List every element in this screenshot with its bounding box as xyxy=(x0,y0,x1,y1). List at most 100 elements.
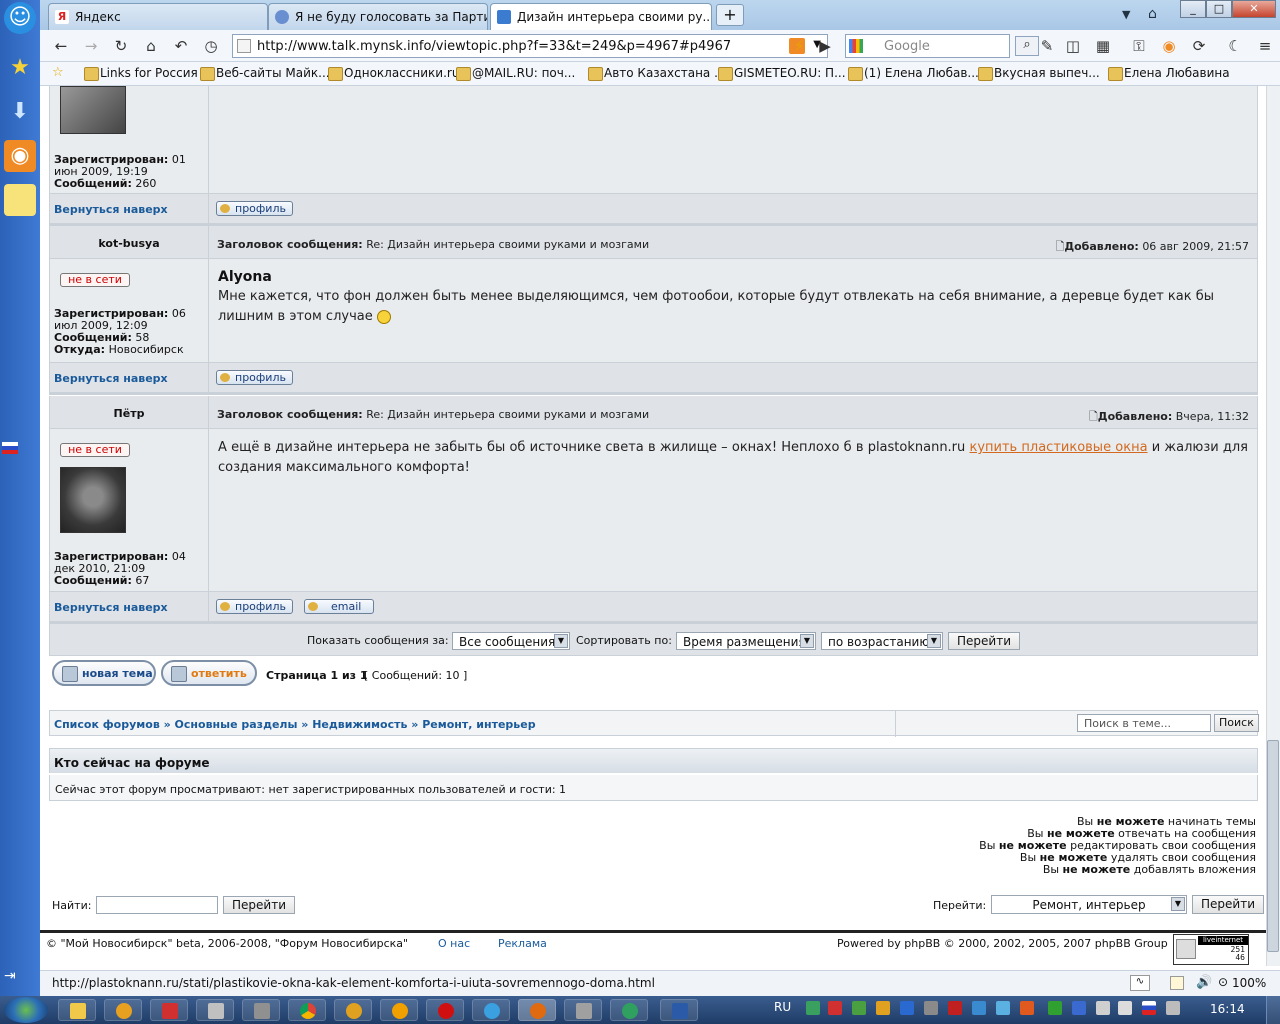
star-icon[interactable]: ★ xyxy=(4,52,36,84)
jump-go-button[interactable]: Перейти xyxy=(1192,895,1264,914)
taskbar-explorer[interactable] xyxy=(58,999,96,1021)
graph-icon[interactable]: ∿ xyxy=(1130,975,1150,991)
jump-forum-select[interactable]: Ремонт, интерьер ▼ xyxy=(991,895,1187,914)
taskbar-app-2[interactable] xyxy=(150,999,188,1021)
sort-direction-select[interactable]: по возрастанию ▼ xyxy=(821,632,943,650)
tray-icon[interactable] xyxy=(852,1001,866,1015)
camera-icon[interactable]: ◫ xyxy=(1062,36,1084,56)
post-icon[interactable]: 🗋 xyxy=(1089,410,1098,423)
key-icon[interactable]: ⚿ xyxy=(1128,36,1150,56)
taskbar-app-5[interactable] xyxy=(334,999,372,1021)
translate-icon[interactable]: ▦ xyxy=(1092,36,1114,56)
bookmark-facebook[interactable]: (1) Елена Любав... xyxy=(848,66,979,81)
go-icon[interactable]: ▶ xyxy=(814,36,836,56)
zoom-icon[interactable]: ⊙ xyxy=(1218,975,1228,989)
tray-icon[interactable] xyxy=(828,1001,842,1015)
taskbar-app-4[interactable] xyxy=(242,999,280,1021)
about-link[interactable]: О нас xyxy=(438,937,470,950)
bookmark-links-russia[interactable]: Links for Россия xyxy=(84,66,198,81)
language-indicator[interactable]: RU xyxy=(774,1000,791,1014)
search-input[interactable]: Google ⌕ xyxy=(845,34,1039,58)
bookmark-odnoklassniki[interactable]: Одноклассники.ru xyxy=(328,66,459,81)
address-bar[interactable]: http://www.talk.mynsk.info/viewtopic.php… xyxy=(232,34,828,58)
clock[interactable]: 16:14 xyxy=(1210,1002,1245,1016)
new-tab-button[interactable]: + xyxy=(716,4,744,26)
back-to-top-link[interactable]: Вернуться наверх xyxy=(54,601,168,614)
tray-icon[interactable] xyxy=(924,1001,938,1015)
back-icon[interactable]: ← xyxy=(50,36,72,56)
note-icon[interactable] xyxy=(1170,976,1184,990)
reply-button[interactable]: ответить xyxy=(161,660,257,686)
minimize-button[interactable]: _ xyxy=(1180,0,1206,18)
feeds-icon[interactable]: ◉ xyxy=(1158,36,1180,56)
bookmark-auto-kz[interactable]: Авто Казахстана ... xyxy=(588,66,726,81)
bookmark-vk[interactable]: Елена Любавина xyxy=(1108,66,1230,81)
show-desktop-button[interactable] xyxy=(1266,996,1280,1024)
tray-icon[interactable] xyxy=(876,1001,890,1015)
breadcrumb-real-estate[interactable]: Недвижимость xyxy=(312,718,407,731)
undo-icon[interactable]: ↶ xyxy=(170,36,192,56)
scrollbar-thumb[interactable] xyxy=(1267,740,1279,952)
back-to-top-link[interactable]: Вернуться наверх xyxy=(54,372,168,385)
taskbar-app-1[interactable] xyxy=(104,999,142,1021)
taskbar-app-6[interactable] xyxy=(380,999,418,1021)
ads-link[interactable]: Реклама xyxy=(498,937,547,950)
breadcrumb-main-sections[interactable]: Основные разделы xyxy=(175,718,298,731)
post-icon[interactable]: 🗋 xyxy=(1055,240,1064,253)
shirt-icon[interactable]: ⌂ xyxy=(1148,6,1157,22)
topic-search-input[interactable]: Поиск в теме... xyxy=(1077,714,1211,732)
flag-icon[interactable] xyxy=(1142,1001,1156,1015)
tray-icon[interactable] xyxy=(1020,1001,1034,1015)
tab-yandex[interactable]: Я Яндекс xyxy=(48,3,268,30)
rss-icon[interactable]: ◉ xyxy=(4,140,36,172)
tab-design[interactable]: Дизайн интерьера своими ру... xyxy=(490,3,712,31)
find-go-button[interactable]: Перейти xyxy=(223,896,295,914)
tray-icon[interactable] xyxy=(996,1001,1010,1015)
bookmark-star-icon[interactable]: ☆ xyxy=(52,65,64,80)
download-icon[interactable]: ⬇ xyxy=(4,96,36,128)
breadcrumb-forum-list[interactable]: Список форумов xyxy=(54,718,160,731)
tray-icon[interactable] xyxy=(972,1001,986,1015)
new-topic-button[interactable]: новая тема xyxy=(52,660,156,686)
taskbar-app-3[interactable] xyxy=(196,999,234,1021)
history-icon[interactable]: ◷ xyxy=(200,36,222,56)
maximize-button[interactable]: □ xyxy=(1206,0,1232,18)
tab-party[interactable]: Я не буду голосовать за Партию... xyxy=(268,3,488,30)
profile-button[interactable]: профиль xyxy=(216,599,293,614)
menu-icon[interactable]: ≡ xyxy=(1254,36,1276,56)
taskbar-app-9[interactable] xyxy=(610,999,648,1021)
tray-icon[interactable] xyxy=(806,1001,820,1015)
sort-go-button[interactable]: Перейти xyxy=(948,632,1020,650)
tray-icon[interactable] xyxy=(900,1001,914,1015)
home-icon[interactable]: ⌂ xyxy=(140,36,162,56)
liveinternet-counter[interactable]: liveinternet 251 46 xyxy=(1173,934,1249,965)
taskbar-firefox[interactable] xyxy=(518,999,556,1021)
edit-icon[interactable]: ✎ xyxy=(1036,36,1058,56)
forward-icon[interactable]: → xyxy=(80,36,102,56)
back-to-top-link[interactable]: Вернуться наверх xyxy=(54,203,168,216)
speaker-icon[interactable] xyxy=(1118,1001,1132,1015)
close-button[interactable]: ✕ xyxy=(1232,0,1276,18)
post-author[interactable]: kot-busya xyxy=(50,237,208,250)
taskbar-opera[interactable] xyxy=(426,999,464,1021)
bookmark-microsoft-sites[interactable]: Веб-сайты Майк... xyxy=(200,66,330,81)
moon-icon[interactable]: ☾ xyxy=(1224,36,1246,56)
tray-icon[interactable] xyxy=(1096,1001,1110,1015)
topic-search-button[interactable]: Поиск xyxy=(1214,714,1259,732)
email-button[interactable]: email xyxy=(304,599,374,614)
bookmark-recipes[interactable]: Вкусная выпеч... xyxy=(978,66,1100,81)
tab-list-icon[interactable]: ▼ xyxy=(1122,8,1130,21)
tray-icon[interactable] xyxy=(1048,1001,1062,1015)
tray-icon[interactable] xyxy=(1072,1001,1086,1015)
profile-button[interactable]: профиль xyxy=(216,201,293,216)
taskbar-chrome[interactable] xyxy=(288,999,326,1021)
post-author[interactable]: Пётр xyxy=(50,407,208,420)
bookmark-mailru[interactable]: @MAIL.RU: поч... xyxy=(456,66,575,81)
taskbar-app-7[interactable] xyxy=(472,999,510,1021)
volume-icon[interactable]: 🔊 xyxy=(1196,975,1212,990)
start-button[interactable] xyxy=(4,997,48,1023)
note-icon[interactable] xyxy=(4,184,36,216)
reload-icon[interactable]: ↻ xyxy=(110,36,132,56)
sort-field-select[interactable]: Время размещения ▼ xyxy=(676,632,816,650)
network-icon[interactable] xyxy=(1166,1001,1180,1015)
